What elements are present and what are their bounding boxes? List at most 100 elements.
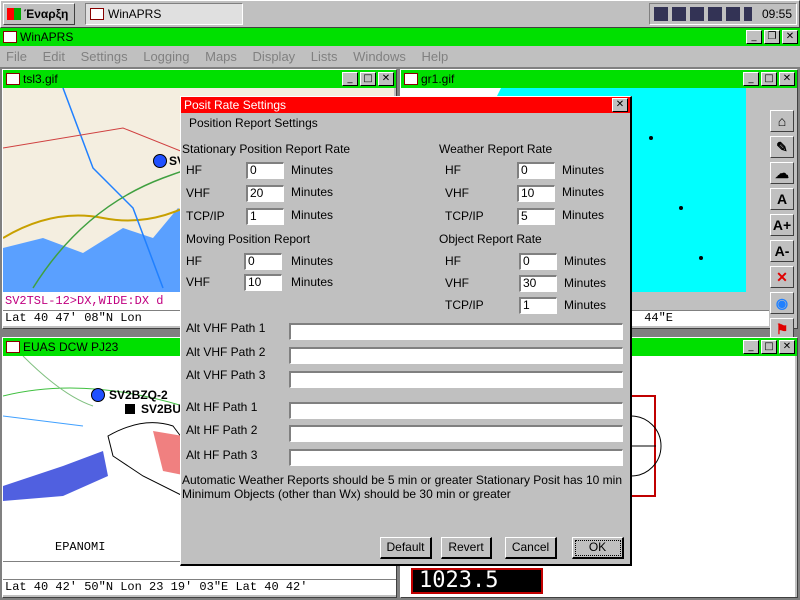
start-button[interactable]: Έναρξη	[3, 3, 75, 25]
stationary-section-title: Stationary Position Report Rate	[182, 142, 351, 156]
alt-vhf-path-1-field[interactable]	[289, 323, 623, 340]
minutes-label: Minutes	[562, 185, 605, 199]
weather-section-title: Weather Report Rate	[439, 142, 553, 156]
alt-hf-path-3-field[interactable]	[289, 449, 623, 466]
menu-maps[interactable]: Maps	[205, 49, 237, 64]
gr1-toolbar: ⌂ ✎ ☁ A A+ A- ✕ ◉ ⚑	[769, 108, 795, 342]
menu-edit[interactable]: Edit	[43, 49, 65, 64]
maximize-button[interactable]: □	[761, 340, 777, 354]
edit-pencil-icon[interactable]: ✎	[770, 136, 794, 158]
euas-status-bar: Lat 40 42' 50"N Lon 23 19' 03"E Lat 40 4…	[3, 579, 396, 595]
system-tray: 09:55	[649, 3, 797, 25]
object-vhf-field[interactable]: 30	[519, 275, 557, 292]
stationary-tcpip-field[interactable]: 1	[246, 208, 284, 225]
object-section-title: Object Report Rate	[439, 232, 542, 246]
rate-note: Automatic Weather Reports should be 5 mi…	[182, 473, 622, 501]
restore-button[interactable]: ❐	[764, 30, 780, 44]
object-vhf-label: VHF	[445, 276, 469, 290]
menu-windows[interactable]: Windows	[353, 49, 406, 64]
alt-hf-path-1-label: Alt HF Path 1	[186, 400, 258, 414]
euas-title: EUAS DCW PJ23	[23, 340, 119, 354]
moving-hf-field[interactable]: 0	[244, 253, 282, 270]
station-label: SV2BU	[141, 402, 182, 416]
minutes-label: Minutes	[564, 254, 607, 268]
app-titlebar: WinAPRS _ ❐ ✕	[0, 28, 800, 46]
winaprs-app-icon	[3, 31, 17, 43]
minutes-label: Minutes	[562, 208, 605, 222]
menu-settings[interactable]: Settings	[81, 49, 128, 64]
moving-hf-label: HF	[186, 254, 202, 268]
close-button[interactable]: ✕	[782, 30, 798, 44]
object-tcpip-label: TCP/IP	[445, 298, 484, 312]
minimize-button[interactable]: _	[743, 72, 759, 86]
menu-lists[interactable]: Lists	[311, 49, 338, 64]
tray-icons[interactable]	[654, 7, 752, 21]
weather-vhf-label: VHF	[445, 186, 469, 200]
stationary-hf-field[interactable]: 0	[246, 162, 284, 179]
ok-button[interactable]: OK	[572, 537, 624, 559]
stationary-hf-label: HF	[186, 163, 202, 177]
station-icon[interactable]	[153, 154, 167, 168]
menu-help[interactable]: Help	[422, 49, 449, 64]
moving-vhf-label: VHF	[186, 275, 210, 289]
weather-icon[interactable]: ☁	[770, 162, 794, 184]
home-icon[interactable]: ⌂	[770, 110, 794, 132]
alt-hf-path-2-field[interactable]	[289, 425, 623, 442]
weather-vhf-field[interactable]: 10	[517, 185, 555, 202]
menu-file[interactable]: File	[6, 49, 27, 64]
stationary-vhf-field[interactable]: 20	[246, 185, 284, 202]
taskbar-task-winaprs[interactable]: WinAPRS	[85, 3, 243, 25]
weather-hf-label: HF	[445, 163, 461, 177]
station-label: SV2BZQ-2	[109, 388, 168, 402]
delete-x-icon[interactable]: ✕	[770, 266, 794, 288]
minimize-button[interactable]: _	[743, 340, 759, 354]
minutes-label: Minutes	[291, 208, 334, 222]
weather-tcpip-label: TCP/IP	[445, 209, 484, 223]
revert-button[interactable]: Revert	[441, 537, 492, 559]
object-hf-field[interactable]: 0	[519, 253, 557, 270]
alt-vhf-path-3-field[interactable]	[289, 371, 623, 388]
moving-section-title: Moving Position Report	[186, 232, 311, 246]
map-window-icon	[404, 73, 418, 85]
close-button[interactable]: ✕	[378, 72, 394, 86]
minutes-label: Minutes	[291, 275, 334, 289]
maximize-button[interactable]: □	[761, 72, 777, 86]
object-hf-label: HF	[445, 254, 461, 268]
dialog-close-button[interactable]: ✕	[612, 98, 628, 112]
minutes-label: Minutes	[291, 163, 334, 177]
moving-vhf-field[interactable]: 10	[244, 274, 282, 291]
tsl3-title: tsl3.gif	[23, 72, 58, 86]
windows-logo-icon	[7, 8, 21, 20]
minimize-button[interactable]: _	[746, 30, 762, 44]
tsl3-titlebar: tsl3.gif _ □ ✕	[3, 70, 396, 88]
weather-hf-field[interactable]: 0	[517, 162, 555, 179]
cancel-button[interactable]: Cancel	[505, 537, 557, 559]
globe-icon[interactable]: ◉	[770, 292, 794, 314]
maximize-button[interactable]: □	[360, 72, 376, 86]
alt-hf-path-1-field[interactable]	[289, 402, 623, 419]
font-icon[interactable]: A	[770, 188, 794, 210]
font-larger-icon[interactable]: A+	[770, 214, 794, 236]
place-label: EPANOMI	[55, 540, 106, 554]
minutes-label: Minutes	[564, 276, 607, 290]
weather-tcpip-field[interactable]: 5	[517, 208, 555, 225]
gr1-title: gr1.gif	[421, 72, 455, 86]
alt-vhf-path-1-label: Alt VHF Path 1	[186, 321, 266, 335]
object-tcpip-field[interactable]: 1	[519, 297, 557, 314]
close-button[interactable]: ✕	[779, 72, 795, 86]
gr1-status-text: 44"E	[644, 311, 673, 325]
taskbar: Έναρξη WinAPRS 09:55	[0, 0, 800, 28]
menu-logging[interactable]: Logging	[143, 49, 189, 64]
station-icon[interactable]	[91, 388, 105, 402]
app-title: WinAPRS	[20, 30, 74, 44]
font-smaller-icon[interactable]: A-	[770, 240, 794, 262]
close-button[interactable]: ✕	[779, 340, 795, 354]
minimize-button[interactable]: _	[342, 72, 358, 86]
dialog-heading: Position Report Settings	[189, 116, 318, 130]
posit-rate-settings-dialog: Posit Rate Settings ✕ Position Report Se…	[180, 96, 632, 566]
house-icon[interactable]	[125, 404, 135, 414]
default-button[interactable]: Default	[380, 537, 432, 559]
menu-display[interactable]: Display	[253, 49, 296, 64]
alt-vhf-path-2-field[interactable]	[289, 347, 623, 364]
taskbar-task-label: WinAPRS	[108, 7, 162, 21]
